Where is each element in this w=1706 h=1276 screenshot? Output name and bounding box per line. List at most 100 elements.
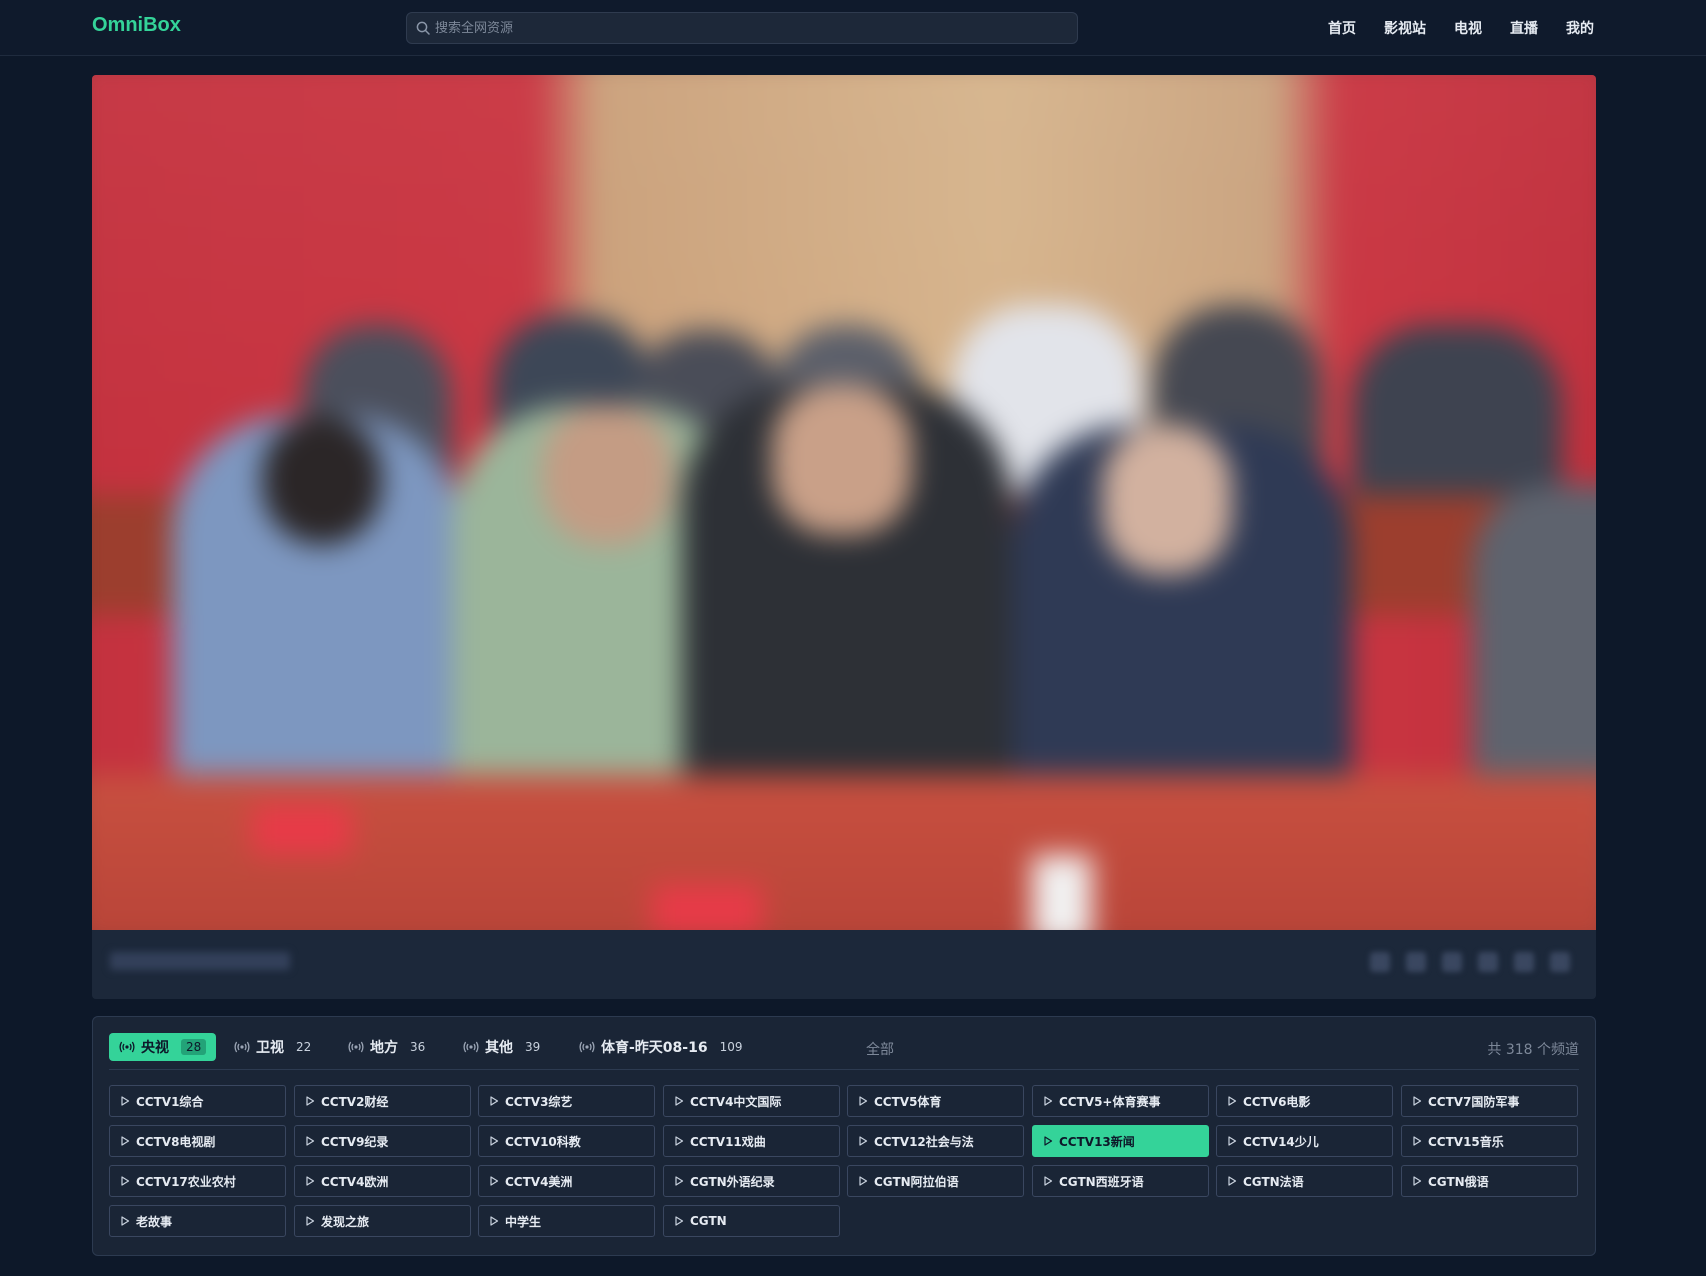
play-icon bbox=[1044, 1176, 1053, 1186]
channel-item[interactable]: CCTV3综艺 bbox=[478, 1085, 655, 1117]
channel-item[interactable]: CCTV10科教 bbox=[478, 1125, 655, 1157]
nav-home[interactable]: 首页 bbox=[1328, 18, 1356, 38]
channel-label: 发现之旅 bbox=[321, 1214, 370, 1229]
channel-label: CCTV5体育 bbox=[874, 1094, 942, 1109]
channel-item[interactable]: CCTV2财经 bbox=[294, 1085, 471, 1117]
channel-item[interactable]: CCTV5+体育赛事 bbox=[1032, 1085, 1209, 1117]
control-button-4[interactable] bbox=[1478, 952, 1498, 972]
channel-item[interactable]: 发现之旅 bbox=[294, 1205, 471, 1237]
play-icon bbox=[121, 1136, 130, 1146]
channel-label: CCTV17农业农村 bbox=[136, 1174, 236, 1189]
tab-local[interactable]: 地方 36 bbox=[338, 1033, 435, 1061]
channel-item[interactable]: CCTV15音乐 bbox=[1401, 1125, 1578, 1157]
play-icon bbox=[1413, 1176, 1422, 1186]
tab-all[interactable]: 全部 bbox=[866, 1039, 894, 1059]
channel-item[interactable]: 老故事 bbox=[109, 1205, 286, 1237]
channel-item[interactable]: CCTV11戏曲 bbox=[663, 1125, 840, 1157]
channel-item[interactable]: CGTN法语 bbox=[1216, 1165, 1393, 1197]
channel-label: CCTV3综艺 bbox=[505, 1094, 573, 1109]
play-icon bbox=[121, 1176, 130, 1186]
tab-sports[interactable]: 体育-昨天08-16 109 bbox=[569, 1033, 753, 1061]
channel-label: CCTV9纪录 bbox=[321, 1134, 389, 1149]
channel-item[interactable]: CCTV4欧洲 bbox=[294, 1165, 471, 1197]
nav-tv[interactable]: 电视 bbox=[1454, 18, 1482, 38]
channel-item[interactable]: CGTN西班牙语 bbox=[1032, 1165, 1209, 1197]
channel-label: CCTV15音乐 bbox=[1428, 1134, 1504, 1149]
player-control-buttons bbox=[1370, 952, 1570, 972]
channel-item[interactable]: CGTN bbox=[663, 1205, 840, 1237]
tab-label: 地方 bbox=[370, 1040, 398, 1056]
fullscreen-button[interactable] bbox=[1550, 952, 1570, 972]
broadcast-icon bbox=[348, 1041, 364, 1053]
play-icon bbox=[306, 1216, 315, 1226]
play-icon bbox=[675, 1096, 684, 1106]
search-input[interactable] bbox=[435, 13, 1065, 43]
channel-item[interactable]: CCTV5体育 bbox=[847, 1085, 1024, 1117]
channel-item[interactable]: CCTV14少儿 bbox=[1216, 1125, 1393, 1157]
search-box[interactable] bbox=[406, 12, 1078, 44]
channel-label: CGTN外语纪录 bbox=[690, 1174, 775, 1189]
top-bar: OmniBox 首页 影视站 电视 直播 我的 bbox=[0, 0, 1706, 56]
play-icon bbox=[306, 1096, 315, 1106]
channel-label: CCTV5+体育赛事 bbox=[1059, 1094, 1161, 1109]
video-frame[interactable] bbox=[92, 75, 1596, 930]
main-nav: 首页 影视站 电视 直播 我的 bbox=[1328, 18, 1594, 38]
channel-item[interactable]: CCTV9纪录 bbox=[294, 1125, 471, 1157]
broadcast-icon bbox=[234, 1041, 250, 1053]
channel-label: 中学生 bbox=[505, 1214, 542, 1229]
channel-label: CCTV11戏曲 bbox=[690, 1134, 766, 1149]
logo[interactable]: OmniBox bbox=[92, 14, 181, 37]
player-controls[interactable] bbox=[92, 930, 1596, 999]
play-icon bbox=[1228, 1176, 1237, 1186]
channel-total: 共 318 个频道 bbox=[1487, 1042, 1579, 1058]
channel-label: 老故事 bbox=[136, 1214, 173, 1229]
channel-item[interactable]: CGTN俄语 bbox=[1401, 1165, 1578, 1197]
channel-label: CCTV13新闻 bbox=[1059, 1134, 1135, 1149]
search-icon bbox=[416, 21, 430, 35]
tab-other[interactable]: 其他 39 bbox=[453, 1033, 550, 1061]
control-button-1[interactable] bbox=[1370, 952, 1390, 972]
channel-label: CCTV6电影 bbox=[1243, 1094, 1311, 1109]
channel-item[interactable]: CCTV7国防军事 bbox=[1401, 1085, 1578, 1117]
broadcast-icon bbox=[463, 1041, 479, 1053]
broadcast-icon bbox=[579, 1041, 595, 1053]
control-button-3[interactable] bbox=[1442, 952, 1462, 972]
play-icon bbox=[859, 1096, 868, 1106]
play-icon bbox=[859, 1176, 868, 1186]
tab-count: 28 bbox=[181, 1039, 207, 1055]
control-button-2[interactable] bbox=[1406, 952, 1426, 972]
channel-label: CCTV14少儿 bbox=[1243, 1134, 1319, 1149]
channel-label: CCTV8电视剧 bbox=[136, 1134, 216, 1149]
play-icon bbox=[859, 1136, 868, 1146]
tab-satellite[interactable]: 卫视 22 bbox=[224, 1033, 321, 1061]
channel-item[interactable]: CCTV6电影 bbox=[1216, 1085, 1393, 1117]
channel-item[interactable]: CCTV1综合 bbox=[109, 1085, 286, 1117]
channel-label: CGTN法语 bbox=[1243, 1174, 1304, 1189]
channel-item[interactable]: CCTV8电视剧 bbox=[109, 1125, 286, 1157]
channel-item[interactable]: 中学生 bbox=[478, 1205, 655, 1237]
channel-item[interactable]: CCTV13新闻 bbox=[1032, 1125, 1209, 1157]
nav-vod-sites[interactable]: 影视站 bbox=[1384, 18, 1426, 38]
play-icon bbox=[1228, 1136, 1237, 1146]
nav-mine[interactable]: 我的 bbox=[1566, 18, 1594, 38]
channel-item[interactable]: CCTV4中文国际 bbox=[663, 1085, 840, 1117]
channel-label: CCTV10科教 bbox=[505, 1134, 581, 1149]
video-player[interactable] bbox=[92, 75, 1596, 999]
channel-item[interactable]: CGTN阿拉伯语 bbox=[847, 1165, 1024, 1197]
control-button-5[interactable] bbox=[1514, 952, 1534, 972]
nav-live[interactable]: 直播 bbox=[1510, 18, 1538, 38]
channel-item[interactable]: CCTV4美洲 bbox=[478, 1165, 655, 1197]
tab-cctv[interactable]: 央视 28 bbox=[109, 1033, 217, 1061]
channel-item[interactable]: CCTV12社会与法 bbox=[847, 1125, 1024, 1157]
channel-item[interactable]: CCTV17农业农村 bbox=[109, 1165, 286, 1197]
play-icon bbox=[675, 1136, 684, 1146]
channel-label: CCTV4欧洲 bbox=[321, 1174, 389, 1189]
broadcast-icon bbox=[119, 1041, 135, 1053]
channel-category-tabs: 央视 28 卫视 22 地方 36 其他 39 体育-昨天08-16 109 全… bbox=[109, 1033, 1579, 1061]
tab-label: 其他 bbox=[485, 1040, 513, 1056]
channel-label: CCTV4中文国际 bbox=[690, 1094, 782, 1109]
channel-label: CGTN西班牙语 bbox=[1059, 1174, 1144, 1189]
play-icon bbox=[675, 1176, 684, 1186]
play-icon bbox=[490, 1176, 499, 1186]
channel-item[interactable]: CGTN外语纪录 bbox=[663, 1165, 840, 1197]
